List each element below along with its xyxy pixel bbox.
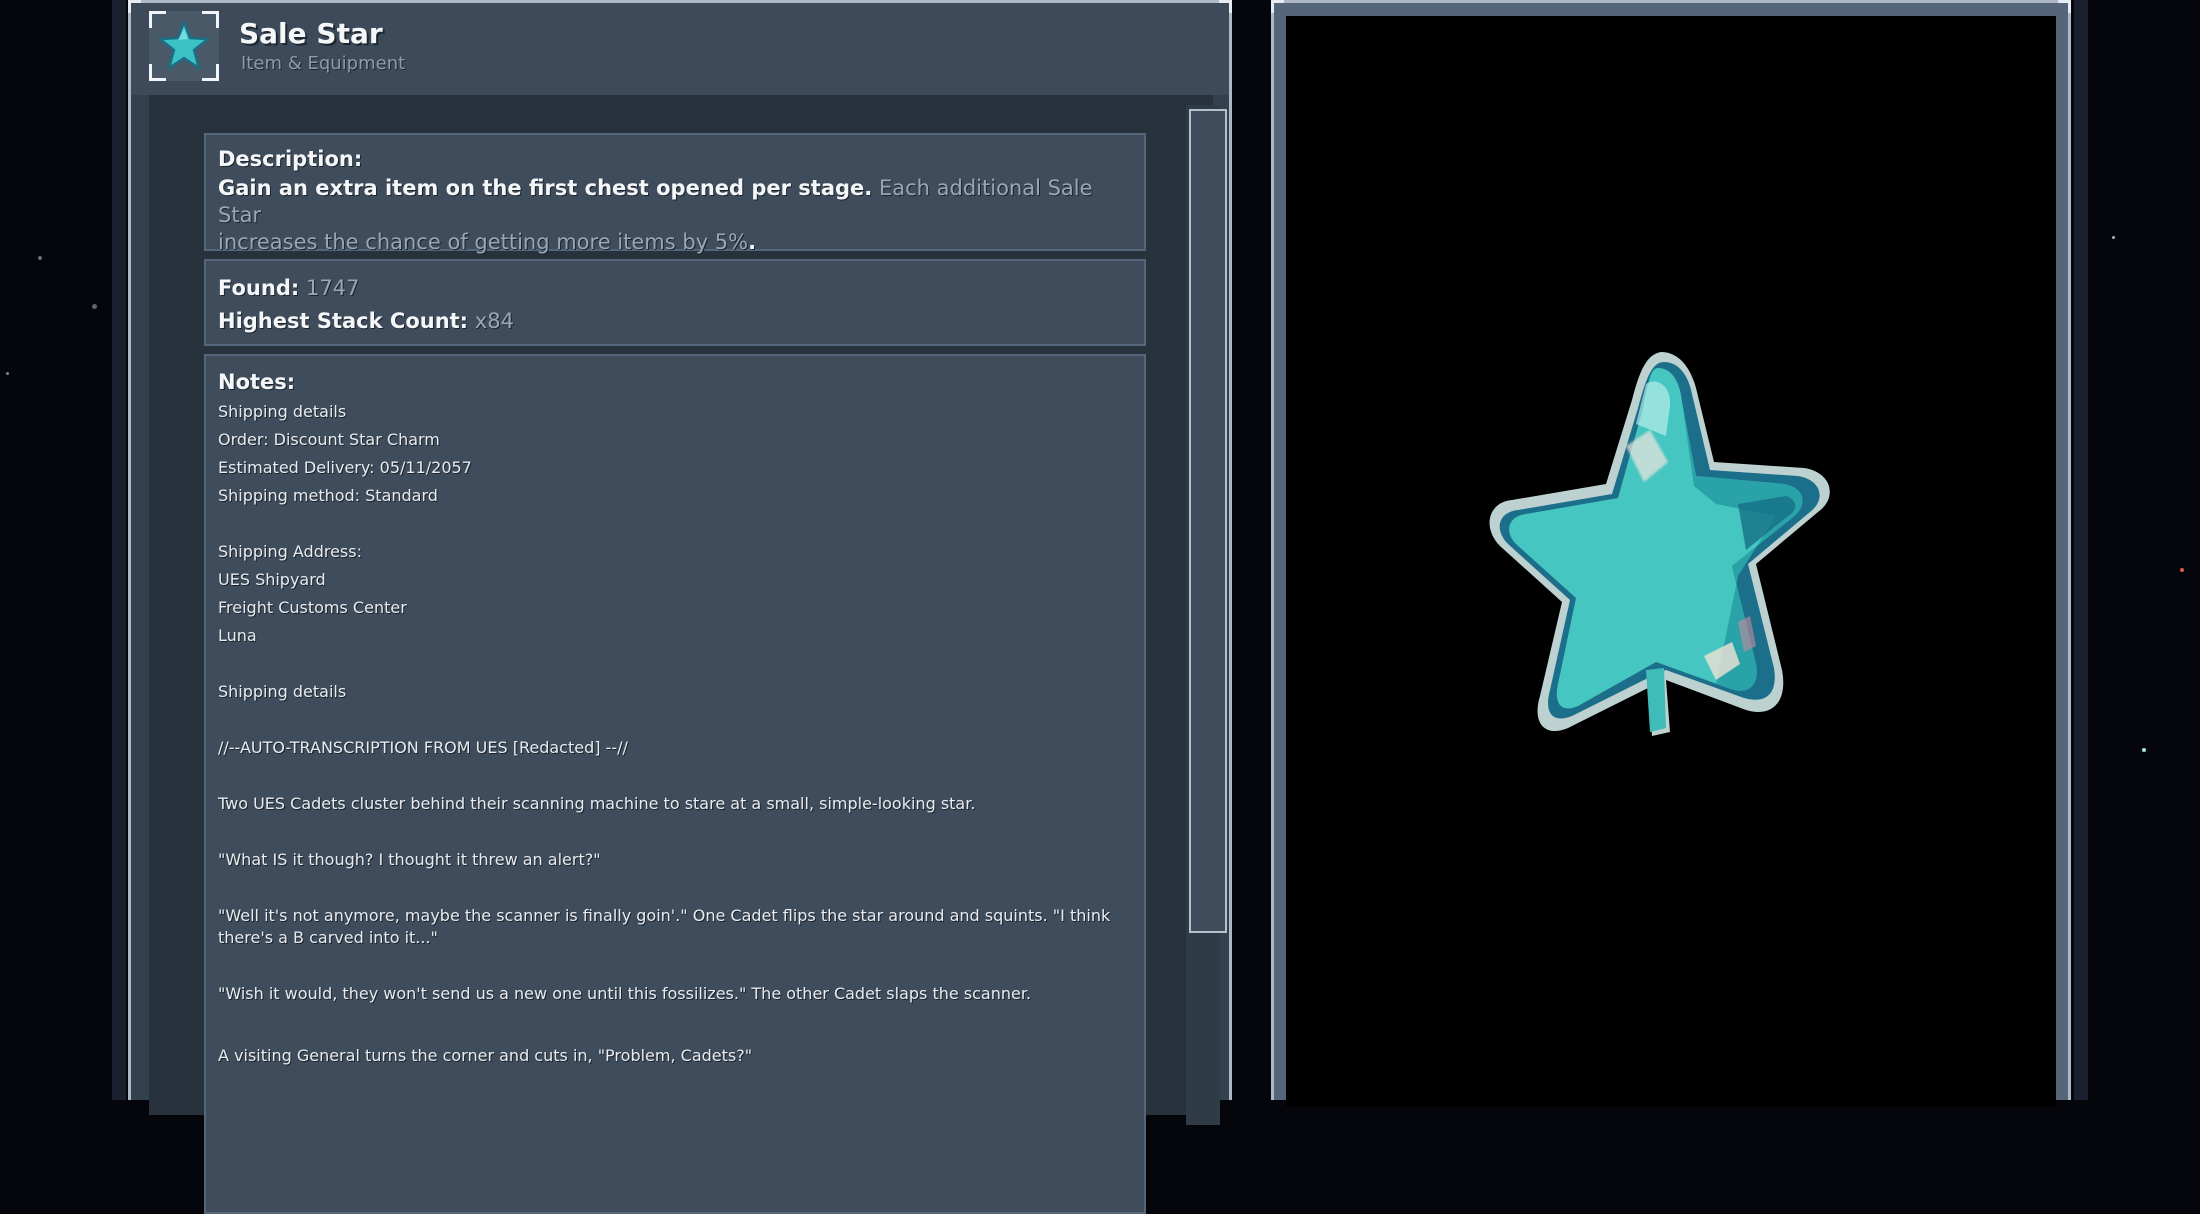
found-label: Found:	[218, 276, 300, 300]
scrollbar-thumb[interactable]	[1189, 109, 1227, 933]
item-3d-viewer[interactable]	[1286, 16, 2056, 1106]
found-stat: Found: 1747	[218, 273, 1132, 303]
background-star	[92, 304, 97, 309]
notes-line: Freight Customs Center	[218, 598, 407, 617]
notes-line: Shipping method: Standard	[218, 486, 438, 505]
background-star	[2180, 568, 2184, 572]
notes-line	[218, 952, 1132, 980]
stack-stat: Highest Stack Count: x84	[218, 303, 1132, 339]
found-value: 1747	[305, 276, 360, 300]
description-line: Gain an extra item on the first chest op…	[218, 175, 1132, 229]
stack-label: Highest Stack Count:	[218, 309, 469, 333]
stack-value: x84	[474, 309, 514, 333]
notes-line: Luna	[218, 626, 257, 645]
notes-line: UES Shipyard	[218, 570, 326, 589]
description-highlight: Gain an extra item on the first chest op…	[218, 176, 873, 200]
edge-strip	[112, 0, 126, 1100]
notes-line: Estimated Delivery: 05/11/2057	[218, 458, 472, 477]
notes-line: "Wish it would, they won't send us a new…	[218, 984, 1032, 1003]
item-header: Sale Star Item & Equipment	[131, 3, 1229, 95]
item-log-panel: Sale Star Item & Equipment Description: …	[128, 0, 1232, 1214]
notes-line: Order: Discount Star Charm	[218, 430, 440, 449]
item-details-scroll-area[interactable]: Description: Gain an extra item on the f…	[149, 95, 1227, 1214]
notes-line: Two UES Cadets cluster behind their scan…	[218, 794, 976, 813]
edge-strip	[2074, 0, 2088, 1100]
notes-line: A visiting General turns the corner and …	[218, 1046, 753, 1065]
description-line: increases the chance of getting more ite…	[218, 229, 1132, 256]
background-star	[38, 256, 42, 260]
background-star	[2112, 236, 2115, 239]
background-star	[6, 372, 9, 375]
sale-star-icon	[158, 20, 210, 70]
notes-body: Shipping details Order: Discount Star Cha…	[218, 398, 1132, 1070]
notes-line: Shipping details	[218, 682, 347, 701]
notes-line	[218, 762, 1132, 790]
notes-label: Notes:	[218, 370, 296, 394]
stats-card: Found: 1747 Highest Stack Count: x84	[204, 259, 1146, 346]
notes-line	[218, 818, 1132, 846]
item-category: Item & Equipment	[241, 53, 406, 74]
notes-line: "Well it's not anymore, maybe the scanne…	[218, 906, 1116, 947]
notes-line: Shipping Address:	[218, 542, 362, 561]
item-title: Sale Star	[239, 17, 383, 50]
notes-line: "What IS it though? I thought it threw a…	[218, 850, 601, 869]
description-card: Description: Gain an extra item on the f…	[204, 133, 1146, 254]
notes-line	[218, 874, 1132, 902]
sale-star-model	[1489, 352, 1830, 736]
item-preview-panel	[1271, 0, 2071, 1106]
item-icon-frame	[149, 11, 219, 81]
description-end: .	[748, 230, 757, 254]
notes-line: //--AUTO-TRANSCRIPTION FROM UES [Redacte…	[218, 738, 628, 757]
notes-line	[218, 1014, 1132, 1042]
notes-line	[218, 510, 1132, 538]
notes-line	[218, 650, 1132, 678]
notes-card: Notes: Shipping details Order: Discount S…	[204, 354, 1146, 1214]
description-detail: increases the chance of getting more ite…	[218, 230, 749, 254]
description-label: Description:	[218, 147, 363, 171]
background-star	[2142, 748, 2146, 752]
notes-line	[218, 706, 1132, 734]
notes-line: Shipping details	[218, 402, 347, 421]
